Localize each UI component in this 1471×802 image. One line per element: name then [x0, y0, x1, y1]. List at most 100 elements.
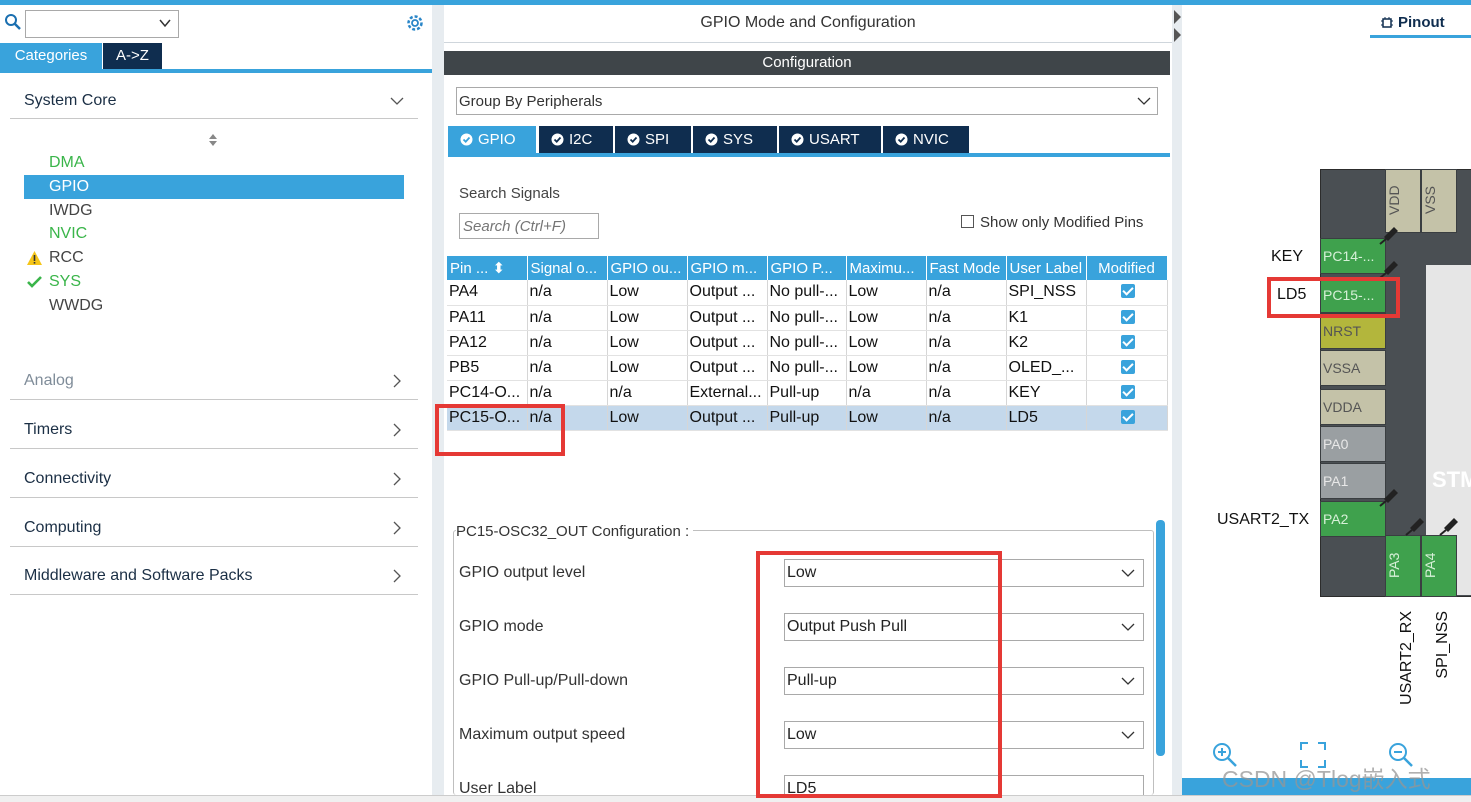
table-row[interactable]: PC14-O... n/a n/a External... Pull-up n/a n/a K…	[447, 380, 1168, 406]
column-header-max-speed[interactable]: Maximu...	[846, 256, 927, 280]
tab-nvic[interactable]: NVIC	[883, 126, 969, 153]
pin-pa0[interactable]: PA0	[1320, 426, 1386, 462]
list-item-nvic[interactable]: NVIC	[24, 222, 404, 246]
pin-pa4[interactable]: PA4	[1421, 535, 1457, 597]
pin-vdda[interactable]: VDDA	[1320, 389, 1386, 425]
pin-pa1[interactable]: PA1	[1320, 463, 1386, 499]
list-item-wwdg[interactable]: WWDG	[24, 294, 404, 318]
modified-checkbox[interactable]	[1120, 284, 1135, 299]
signal-label-key: KEY	[1271, 248, 1304, 265]
pin-nrst[interactable]: NRST	[1320, 313, 1386, 349]
chevron-down-icon	[1121, 731, 1135, 739]
cell-max-speed: Low	[846, 405, 927, 431]
cell-max-speed: n/a	[846, 380, 927, 406]
list-item-sys[interactable]: SYS	[24, 270, 404, 294]
column-header-signal[interactable]: Signal o...	[527, 256, 608, 280]
pin-pa2[interactable]: PA2	[1320, 501, 1386, 537]
list-item-dma[interactable]: DMA	[24, 151, 404, 175]
cell-user-label: K2	[1006, 330, 1087, 356]
section-middleware[interactable]: Middleware and Software Packs	[10, 560, 418, 594]
pin-pc14[interactable]: PC14-...	[1320, 238, 1386, 274]
table-row[interactable]: PB5 n/a Low Output ... No pull-... Low n/a OLED…	[447, 355, 1168, 381]
list-item-rcc[interactable]: RCC	[24, 246, 404, 270]
category-search-row	[0, 7, 432, 39]
checkbox-box[interactable]	[961, 215, 974, 228]
column-header-modified[interactable]: Modified	[1086, 256, 1168, 280]
category-search-combo[interactable]	[25, 10, 179, 38]
pushpin-icon	[1379, 227, 1398, 245]
watermark-text: CSDN @Tlog嵌入式	[1222, 766, 1431, 792]
pin-vss[interactable]: VSS	[1421, 169, 1457, 233]
list-item-iwdg[interactable]: IWDG	[24, 199, 404, 223]
gear-icon[interactable]	[404, 12, 426, 34]
cell-user-label: KEY	[1006, 380, 1087, 406]
column-header-mode[interactable]: GPIO m...	[687, 256, 768, 280]
section-timers[interactable]: Timers	[10, 414, 418, 448]
tab-label: I2C	[569, 131, 593, 148]
table-row[interactable]: PA4 n/a Low Output ... No pull-... Low n/a SPI_…	[447, 280, 1168, 306]
modified-checkbox[interactable]	[1120, 409, 1135, 424]
modified-checkbox[interactable]	[1120, 384, 1135, 399]
tab-categories[interactable]: Categories	[0, 43, 102, 69]
table-row[interactable]: PA12 n/a Low Output ... No pull-... Low n/a K2	[447, 330, 1168, 356]
group-by-value: Group By Peripherals	[459, 93, 603, 110]
section-computing[interactable]: Computing	[10, 512, 418, 546]
group-by-select[interactable]: Group By Peripherals	[456, 87, 1158, 115]
pin-vssa[interactable]: VSSA	[1320, 350, 1386, 386]
signal-label-usart2-rx: USART2_RX	[1398, 611, 1415, 705]
table-row[interactable]: PA11 n/a Low Output ... No pull-... Low n/a K1	[447, 305, 1168, 331]
section-system-core[interactable]: System Core	[10, 85, 418, 119]
cell-modified	[1086, 355, 1168, 381]
search-signals-label: Search Signals	[459, 185, 560, 202]
cell-modified	[1086, 330, 1168, 356]
section-analog[interactable]: Analog	[10, 365, 418, 399]
tab-underline	[0, 69, 432, 73]
search-icon[interactable]	[4, 13, 22, 31]
tab-usart[interactable]: USART	[779, 126, 881, 153]
cell-max-speed: Low	[846, 280, 927, 306]
section-label: Middleware and Software Packs	[24, 567, 253, 584]
section-connectivity[interactable]: Connectivity	[10, 463, 418, 497]
collapse-arrow-icon[interactable]	[1172, 6, 1182, 46]
show-modified-checkbox[interactable]: Show only Modified Pins	[961, 214, 1143, 231]
tab-sys[interactable]: SYS	[693, 126, 777, 153]
vertical-scrollbar[interactable]	[1156, 520, 1165, 756]
tab-gpio[interactable]: GPIO	[448, 126, 536, 153]
chip-text: STM	[1432, 467, 1471, 492]
modified-checkbox[interactable]	[1120, 359, 1135, 374]
sort-icon[interactable]	[206, 131, 220, 149]
tab-underline	[1370, 35, 1471, 38]
column-header-user-label[interactable]: User Label	[1006, 256, 1087, 280]
annotation-box-pin	[435, 404, 565, 456]
tab-spi[interactable]: SPI	[615, 126, 691, 153]
cell-fast-mode: n/a	[926, 330, 1007, 356]
cell-fast-mode: n/a	[926, 380, 1007, 406]
tab-a-z[interactable]: A->Z	[103, 43, 162, 69]
column-header-pin[interactable]: Pin ... ⬍	[447, 256, 528, 280]
panel-title: GPIO Mode and Configuration	[444, 5, 1172, 43]
list-item-gpio[interactable]: GPIO	[24, 174, 404, 199]
pin-pa3[interactable]: PA3	[1385, 535, 1421, 597]
prop-label-output-level: GPIO output level	[459, 564, 586, 581]
column-header-pull[interactable]: GPIO P...	[767, 256, 847, 280]
tab-label: GPIO	[478, 131, 516, 148]
cell-user-label: OLED_...	[1006, 355, 1087, 381]
cell-output-level: Low	[607, 305, 688, 331]
modified-checkbox[interactable]	[1120, 334, 1135, 349]
prop-label-user-label: User Label	[459, 780, 537, 795]
tab-i2c[interactable]: I2C	[539, 126, 613, 153]
pushpin-icon	[1379, 261, 1398, 279]
chevron-down-icon	[1121, 677, 1135, 685]
pin-config-legend: PC15-OSC32_OUT Configuration :	[456, 523, 694, 540]
chip-icon	[1381, 17, 1393, 28]
search-signals-input[interactable]	[459, 213, 599, 239]
panel-splitter[interactable]	[1172, 5, 1182, 795]
column-header-output-level[interactable]: GPIO ou...	[607, 256, 688, 280]
column-header-fast-mode[interactable]: Fast Mode	[926, 256, 1007, 280]
cell-signal: n/a	[527, 355, 608, 381]
list-item-label: WWDG	[49, 296, 104, 314]
panel-splitter[interactable]	[432, 5, 444, 795]
prop-label-pull: GPIO Pull-up/Pull-down	[459, 672, 628, 689]
cell-max-speed: Low	[846, 330, 927, 356]
modified-checkbox[interactable]	[1120, 309, 1135, 324]
